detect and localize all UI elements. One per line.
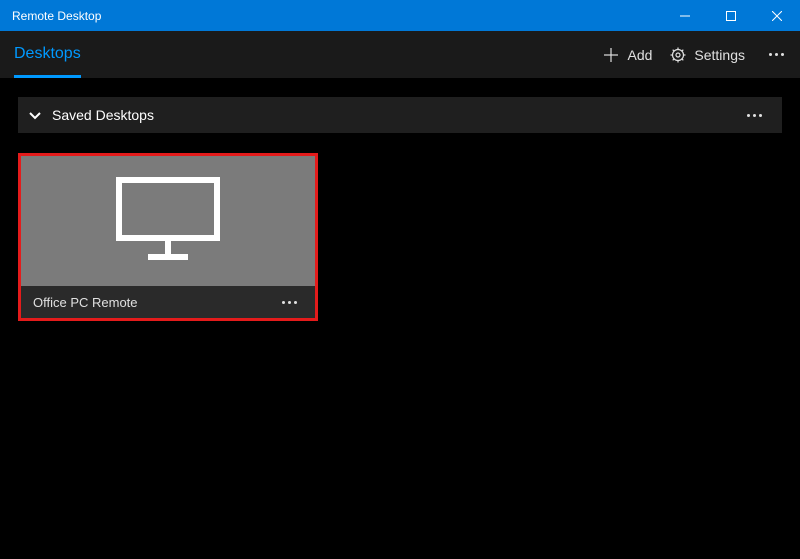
dot-icon xyxy=(769,53,772,56)
toolbar-more-button[interactable] xyxy=(763,53,790,56)
section-more-button[interactable] xyxy=(741,114,768,117)
add-button[interactable]: Add xyxy=(603,47,652,63)
tile-footer: Office PC Remote xyxy=(21,286,315,318)
monitor-icon xyxy=(113,174,223,269)
toolbar-actions: Add Settings xyxy=(603,47,790,63)
dot-icon xyxy=(753,114,756,117)
settings-button[interactable]: Settings xyxy=(670,47,745,63)
minimize-icon xyxy=(680,11,690,21)
settings-label: Settings xyxy=(694,47,745,63)
close-button[interactable] xyxy=(754,0,800,31)
close-icon xyxy=(772,11,782,21)
gear-icon xyxy=(670,47,686,63)
dot-icon xyxy=(288,301,291,304)
dot-icon xyxy=(294,301,297,304)
content-area: Saved Desktops Office PC Remote xyxy=(0,79,800,339)
maximize-button[interactable] xyxy=(708,0,754,31)
tile-more-button[interactable] xyxy=(276,301,303,304)
tab-label: Desktops xyxy=(14,45,81,63)
dot-icon xyxy=(759,114,762,117)
plus-icon xyxy=(603,47,619,63)
add-label: Add xyxy=(627,47,652,63)
tile-name: Office PC Remote xyxy=(33,295,138,310)
window-controls xyxy=(662,0,800,31)
section-header[interactable]: Saved Desktops xyxy=(18,97,782,133)
toolbar: Desktops Add Settings xyxy=(0,31,800,79)
titlebar: Remote Desktop xyxy=(0,0,800,31)
chevron-down-icon xyxy=(28,108,42,122)
minimize-button[interactable] xyxy=(662,0,708,31)
tab-desktops[interactable]: Desktops xyxy=(14,31,81,78)
desktop-tiles: Office PC Remote xyxy=(18,153,782,321)
section-title: Saved Desktops xyxy=(52,107,154,123)
dot-icon xyxy=(282,301,285,304)
maximize-icon xyxy=(726,11,736,21)
dot-icon xyxy=(747,114,750,117)
section-header-left: Saved Desktops xyxy=(28,107,154,123)
desktop-tile[interactable]: Office PC Remote xyxy=(18,153,318,321)
dot-icon xyxy=(775,53,778,56)
window-title: Remote Desktop xyxy=(12,9,101,23)
tile-preview xyxy=(21,156,315,286)
dot-icon xyxy=(781,53,784,56)
